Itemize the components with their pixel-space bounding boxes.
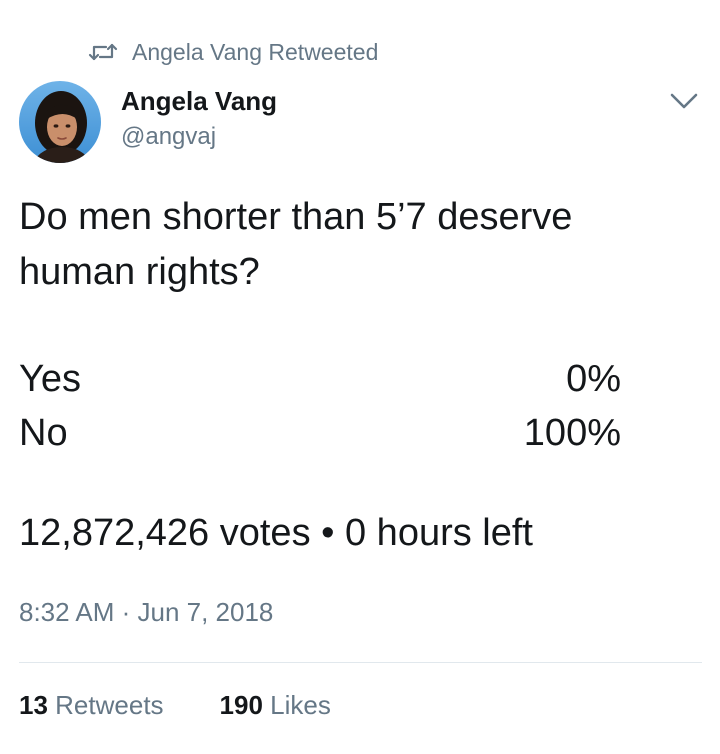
retweet-icon [88,43,118,61]
poll-option: No 100% [19,406,621,460]
retweets-stat[interactable]: 13 Retweets [19,690,164,721]
tweet-stats: 13 Retweets 190 Likes [19,690,331,721]
poll-option-percent: 100% [523,411,621,454]
chevron-down-icon[interactable] [668,88,700,114]
retweets-count: 13 [19,690,56,720]
tweet-timestamp[interactable]: 8:32 AM · Jun 7, 2018 [19,597,273,628]
likes-label: Likes [270,690,331,720]
author-handle[interactable]: @angvaj [121,123,216,151]
retweet-context-text: Angela Vang Retweeted [132,38,379,65]
poll-summary: 12,872,426 votes • 0 hours left [19,512,533,554]
poll: Yes 0% No 100% [19,352,621,460]
author-name[interactable]: Angela Vang [121,86,277,117]
poll-option: Yes 0% [19,352,621,406]
avatar[interactable] [19,81,101,163]
likes-count: 190 [219,690,271,720]
retweet-context[interactable]: Angela Vang Retweeted [88,36,378,68]
likes-stat[interactable]: 190 Likes [220,690,331,721]
poll-option-label: No [19,411,68,454]
poll-option-label: Yes [19,357,81,400]
divider [19,662,702,663]
poll-option-percent: 0% [566,357,621,400]
avatar-image [19,81,101,163]
tweet-text: Do men shorter than 5’7 deserve human ri… [19,196,573,293]
retweets-label: Retweets [55,690,164,720]
